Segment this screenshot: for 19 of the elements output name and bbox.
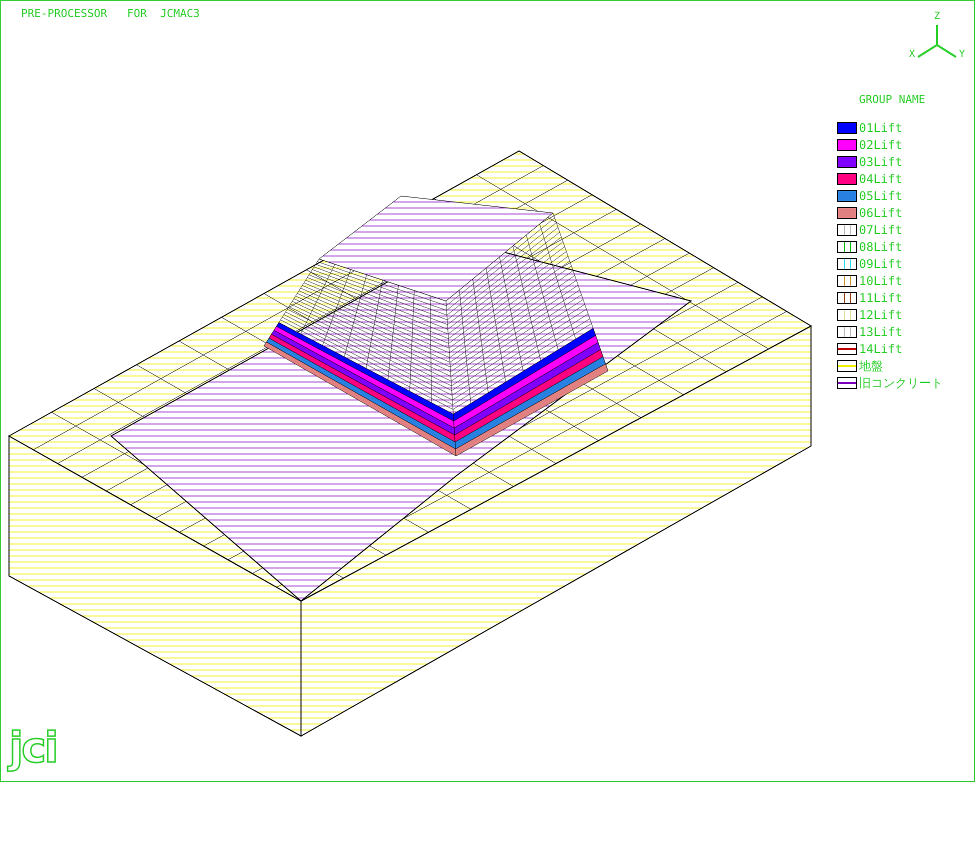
legend-label: 07Lift	[859, 223, 902, 237]
legend-label: 地盤	[859, 358, 883, 374]
legend-label: 09Lift	[859, 257, 902, 271]
legend-label: 05Lift	[859, 189, 902, 203]
logo: jci	[9, 723, 57, 772]
legend-label: 02Lift	[859, 138, 902, 152]
legend-label: 旧コンクリート	[859, 374, 943, 392]
legend-label: 13Lift	[859, 325, 902, 339]
legend-label: 10Lift	[859, 274, 902, 288]
legend-label: 12Lift	[859, 308, 902, 322]
legend-label: 01Lift	[859, 121, 902, 135]
legend-label: 04Lift	[859, 172, 902, 186]
legend-label: 11Lift	[859, 291, 902, 305]
legend-label: 06Lift	[859, 206, 902, 220]
legend-label: 14Lift	[859, 342, 902, 356]
window-title: PRE-PROCESSOR FOR JCMAC3	[21, 7, 200, 20]
legend-title: GROUP NAME	[859, 93, 926, 106]
legend-label: 03Lift	[859, 155, 902, 169]
legend-label: 08Lift	[859, 240, 902, 254]
